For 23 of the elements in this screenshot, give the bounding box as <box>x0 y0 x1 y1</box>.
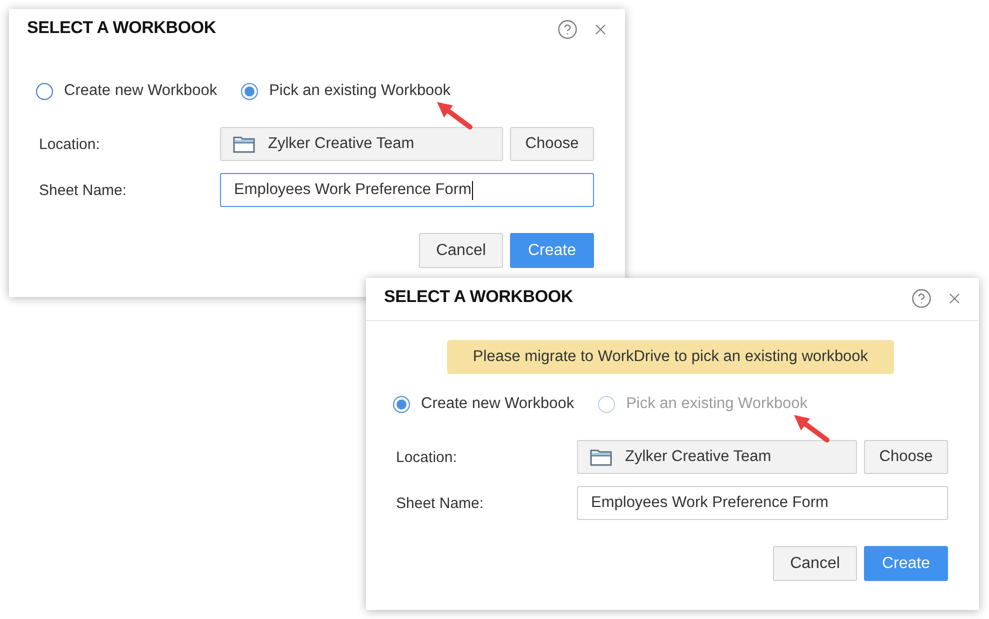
folder-icon <box>590 448 612 466</box>
field-label: Sheet Name: <box>395 494 485 512</box>
dialog-title: SELECT A WORKBOOK <box>384 287 573 307</box>
help-icon[interactable] <box>557 19 578 40</box>
field-label: Location: <box>38 136 101 152</box>
folder-icon <box>233 136 255 152</box>
help-icon[interactable] <box>911 288 932 309</box>
dialog-title: SELECT A WORKBOOK <box>27 18 216 38</box>
radio-option[interactable]: Pick an existing Workbook <box>241 81 451 101</box>
cancel-button[interactable]: Cancel <box>419 233 503 268</box>
location-field: Zylker Creative Team <box>577 440 857 474</box>
choose-button[interactable]: Choose <box>510 127 594 161</box>
field-label: Sheet Name: <box>38 182 128 198</box>
location-field: Zylker Creative Team <box>220 127 503 161</box>
text-cursor-icon <box>472 180 474 200</box>
sheet-name-field[interactable]: Employees Work Preference Form <box>220 173 594 207</box>
choose-button[interactable]: Choose <box>864 440 948 474</box>
radio-option[interactable]: Create new Workbook <box>393 394 574 414</box>
cancel-button[interactable]: Cancel <box>773 546 857 581</box>
sheet-name-field[interactable]: Employees Work Preference Form <box>577 486 948 520</box>
field-label: Location: <box>395 448 458 466</box>
notice-banner: Please migrate to WorkDrive to pick an existing workbook <box>446 340 894 374</box>
radio-option[interactable]: Create new Workbook <box>36 81 218 101</box>
